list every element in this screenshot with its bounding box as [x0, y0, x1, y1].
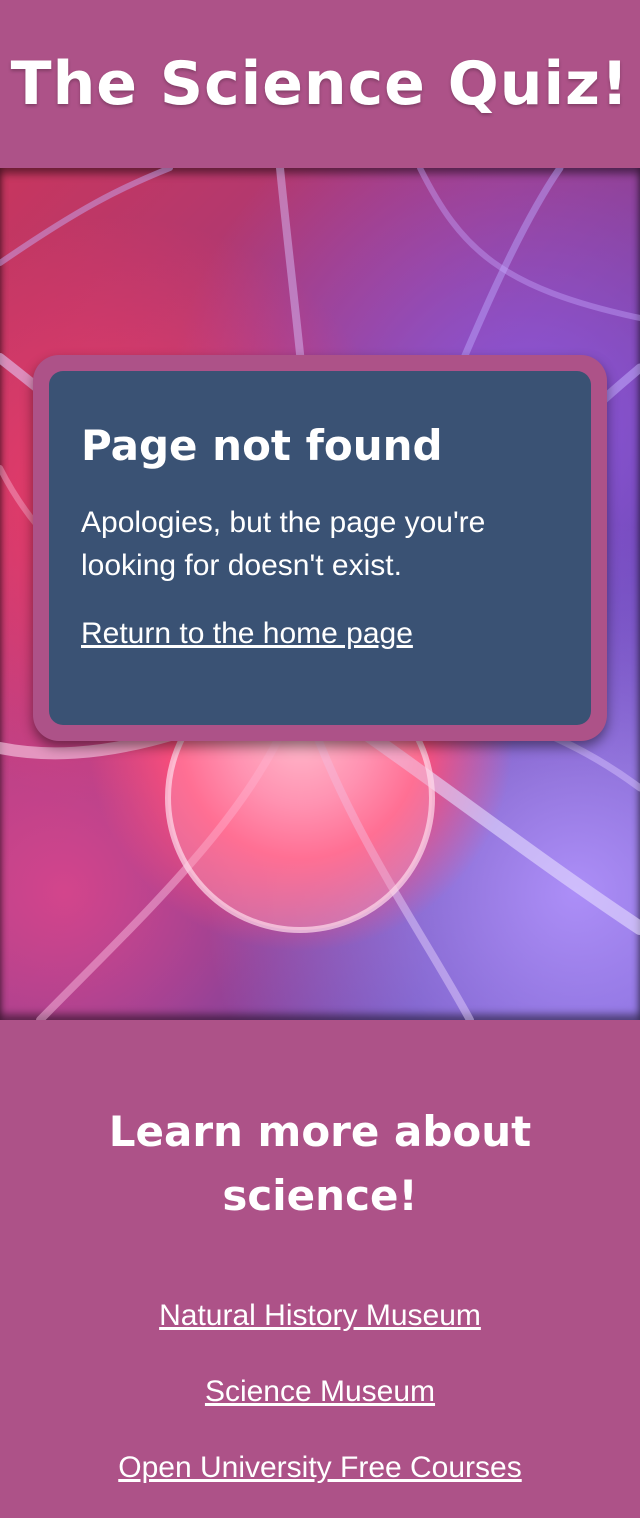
footer-links: Natural History Museum Science Museum Op…	[0, 1298, 640, 1486]
open-university-link[interactable]: Open University Free Courses	[118, 1450, 521, 1486]
home-page-link[interactable]: Return to the home page	[81, 617, 413, 650]
error-message: Apologies, but the page you're looking f…	[81, 506, 486, 583]
natural-history-museum-link[interactable]: Natural History Museum	[159, 1298, 481, 1334]
error-card: Page not found Apologies, but the page y…	[49, 371, 591, 725]
hero-section: Page not found Apologies, but the page y…	[0, 168, 640, 1020]
footer-heading: Learn more about science!	[108, 1107, 532, 1220]
error-title: Page not found	[81, 421, 443, 470]
site-footer: Learn more about science! Natural Histor…	[0, 1020, 640, 1518]
site-header: The Science Quiz!	[0, 0, 640, 168]
site-title: The Science Quiz!	[10, 49, 630, 119]
error-card-frame: Page not found Apologies, but the page y…	[33, 355, 607, 741]
science-museum-link[interactable]: Science Museum	[205, 1374, 435, 1410]
